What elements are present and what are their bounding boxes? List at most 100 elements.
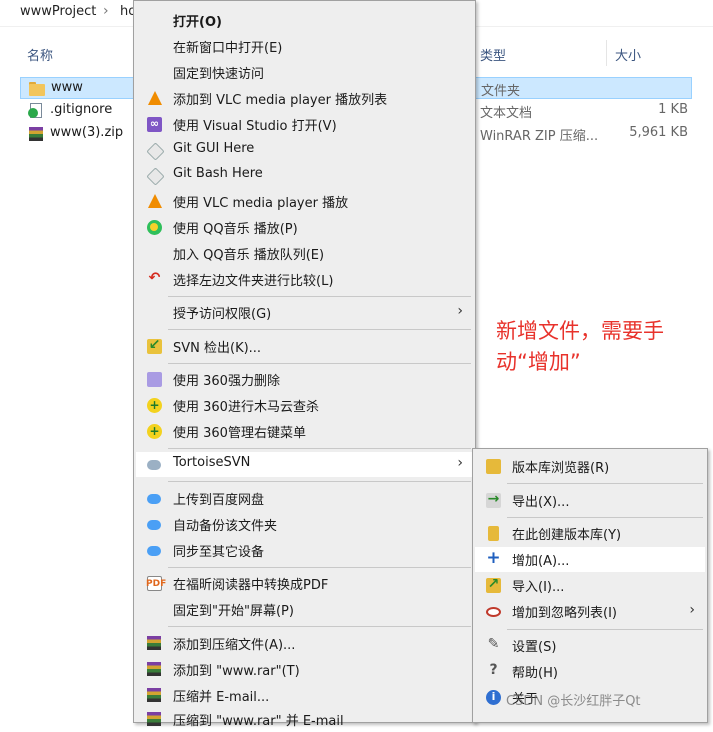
menu-item-label: 版本库浏览器(R) xyxy=(512,461,610,476)
menu-item-pin-start[interactable]: 固定到"开始"屏幕(P) xyxy=(136,597,473,622)
ignore-list-icon xyxy=(485,603,502,620)
menu-separator xyxy=(168,567,471,568)
menu-item-visual-studio[interactable]: ∞ 使用 Visual Studio 打开(V) xyxy=(136,112,473,137)
menu-item-foxit-pdf[interactable]: PDF 在福昕阅读器中转换成PDF xyxy=(136,571,473,596)
menu-item-label: 上传到百度网盘 xyxy=(173,493,265,508)
menu-item-label: 使用 360管理右键菜单 xyxy=(173,426,306,441)
baidu-netdisk-icon xyxy=(146,516,163,533)
menu-item-label: 增加(A)... xyxy=(512,554,570,569)
menu-separator xyxy=(168,481,471,482)
menu-separator xyxy=(507,483,703,484)
annotation-text: 新增文件，需要手 动“增加” xyxy=(496,319,664,374)
menu-item-label: 使用 QQ音乐 播放(P) xyxy=(173,222,298,237)
repo-browser-icon xyxy=(485,458,502,475)
menu-separator xyxy=(507,629,703,630)
menu-item-open[interactable]: 打开(O) xyxy=(136,8,473,33)
menu-item-label: 选择左边文件夹进行比较(L) xyxy=(173,274,334,289)
menu-item-compress-email[interactable]: 压缩并 E-mail... xyxy=(136,683,473,708)
create-repo-icon xyxy=(485,525,502,542)
menu-item-add-to-archive[interactable]: 添加到压缩文件(A)... xyxy=(136,631,473,656)
file-name: .gitignore xyxy=(50,102,113,117)
vlc-icon xyxy=(146,193,163,210)
file-size: 1 KB xyxy=(658,102,688,117)
menu-item-compress-rar-email[interactable]: 压缩到 "www.rar" 并 E-mail xyxy=(136,707,473,732)
menu-item-git-gui[interactable]: Git GUI Here xyxy=(136,138,473,163)
submenu-item-export[interactable]: → 导出(X)... xyxy=(475,488,705,513)
submenu-item-add[interactable]: + 增加(A)... xyxy=(475,547,705,572)
menu-item-vlc-playlist[interactable]: 添加到 VLC media player 播放列表 xyxy=(136,86,473,111)
context-menu: 打开(O) 在新窗口中打开(E) 固定到快速访问 添加到 VLC media p… xyxy=(133,0,476,729)
menu-item-vlc-play[interactable]: 使用 VLC media player 播放 xyxy=(136,189,473,214)
menu-item-label: 增加到忽略列表(I) xyxy=(512,606,617,621)
add-plus-icon: + xyxy=(486,548,501,568)
baidu-netdisk-icon xyxy=(146,490,163,507)
menu-item-git-bash[interactable]: Git Bash Here xyxy=(136,163,473,188)
about-icon: i xyxy=(485,689,502,706)
folder-icon xyxy=(29,81,45,97)
column-type[interactable]: 类型 xyxy=(480,45,506,64)
winrar-zip-icon xyxy=(28,126,44,142)
chevron-right-icon: › xyxy=(457,455,463,471)
menu-item-baidu-sync[interactable]: 同步至其它设备 xyxy=(136,538,473,563)
column-divider[interactable] xyxy=(606,40,607,66)
help-icon: ? xyxy=(489,662,498,678)
menu-item-qq-music-play[interactable]: 使用 QQ音乐 播放(P) xyxy=(136,215,473,240)
file-name: www xyxy=(51,80,83,95)
menu-item-label: 压缩到 "www.rar" 并 E-mail xyxy=(173,714,344,729)
menu-item-360-manage[interactable]: + 使用 360管理右键菜单 xyxy=(136,419,473,444)
menu-item-tortoisesvn[interactable]: TortoiseSVN › xyxy=(136,452,473,477)
file-type: WinRAR ZIP 压缩... xyxy=(480,129,599,144)
menu-item-label: 导出(X)... xyxy=(512,495,570,510)
column-name[interactable]: 名称 xyxy=(27,45,53,64)
menu-item-360-scan[interactable]: + 使用 360进行木马云查杀 xyxy=(136,393,473,418)
menu-item-baidu-backup[interactable]: 自动备份该文件夹 xyxy=(136,512,473,537)
git-icon xyxy=(146,142,165,161)
menu-item-qq-music-queue[interactable]: 加入 QQ音乐 播放队列(E) xyxy=(136,241,473,266)
menu-item-label: 使用 360强力删除 xyxy=(173,374,280,389)
breadcrumb-chevron-icon: › xyxy=(103,3,109,19)
watermark: CSDN @长沙红胖子Qt xyxy=(506,694,641,709)
submenu-item-repo-browser[interactable]: 版本库浏览器(R) xyxy=(475,454,705,479)
menu-item-baidu-upload[interactable]: 上传到百度网盘 xyxy=(136,486,473,511)
menu-item-label: 在福昕阅读器中转换成PDF xyxy=(173,578,329,593)
chevron-right-icon: › xyxy=(689,602,695,618)
menu-item-open-new-window[interactable]: 在新窗口中打开(E) xyxy=(136,34,473,59)
submenu-item-ignore-list[interactable]: 增加到忽略列表(I) › xyxy=(475,599,705,624)
text-file-icon xyxy=(28,103,44,119)
winrar-icon xyxy=(146,635,163,652)
settings-icon: ✎ xyxy=(487,636,500,652)
vlc-icon xyxy=(146,90,163,107)
menu-item-pin-quick-access[interactable]: 固定到快速访问 xyxy=(136,60,473,85)
chevron-right-icon: › xyxy=(457,303,463,319)
submenu-item-import[interactable]: ↗ 导入(I)... xyxy=(475,573,705,598)
menu-item-label: 使用 360进行木马云查杀 xyxy=(173,400,319,415)
menu-item-label: 添加到 VLC media player 播放列表 xyxy=(173,93,388,108)
column-size[interactable]: 大小 xyxy=(615,45,641,64)
menu-item-label: Git GUI Here xyxy=(173,141,255,156)
submenu-item-settings[interactable]: ✎ 设置(S) xyxy=(475,633,705,658)
menu-item-360-delete[interactable]: 使用 360强力删除 xyxy=(136,367,473,392)
menu-item-label: 在新窗口中打开(E) xyxy=(173,41,283,56)
foxit-pdf-icon: PDF xyxy=(146,575,166,592)
git-icon xyxy=(146,167,165,186)
menu-item-label: 压缩并 E-mail... xyxy=(173,690,270,705)
menu-item-label: 添加到 "www.rar"(T) xyxy=(173,664,300,679)
svn-checkout-icon: ↙ xyxy=(147,337,162,354)
submenu-item-help[interactable]: ? 帮助(H) xyxy=(475,659,705,684)
submenu-item-create-repo[interactable]: 在此创建版本库(Y) xyxy=(475,521,705,546)
menu-item-add-to-rar[interactable]: 添加到 "www.rar"(T) xyxy=(136,657,473,682)
tortoisesvn-icon xyxy=(146,456,163,473)
file-type: 文件夹 xyxy=(481,84,521,99)
menu-item-label: 自动备份该文件夹 xyxy=(173,519,278,534)
menu-item-grant-access[interactable]: 授予访问权限(G) › xyxy=(136,300,473,325)
breadcrumb-root[interactable]: wwwProject xyxy=(20,4,96,19)
menu-item-svn-checkout[interactable]: ↙ SVN 检出(K)... xyxy=(136,334,473,359)
winrar-icon xyxy=(146,661,163,678)
visual-studio-icon: ∞ xyxy=(146,116,163,133)
menu-separator xyxy=(168,329,471,330)
menu-item-label: 使用 Visual Studio 打开(V) xyxy=(173,119,337,134)
menu-item-label: Git Bash Here xyxy=(173,166,263,181)
menu-item-label: 使用 VLC media player 播放 xyxy=(173,196,349,211)
menu-separator xyxy=(168,363,471,364)
menu-item-compare[interactable]: ↶ 选择左边文件夹进行比较(L) xyxy=(136,267,473,292)
